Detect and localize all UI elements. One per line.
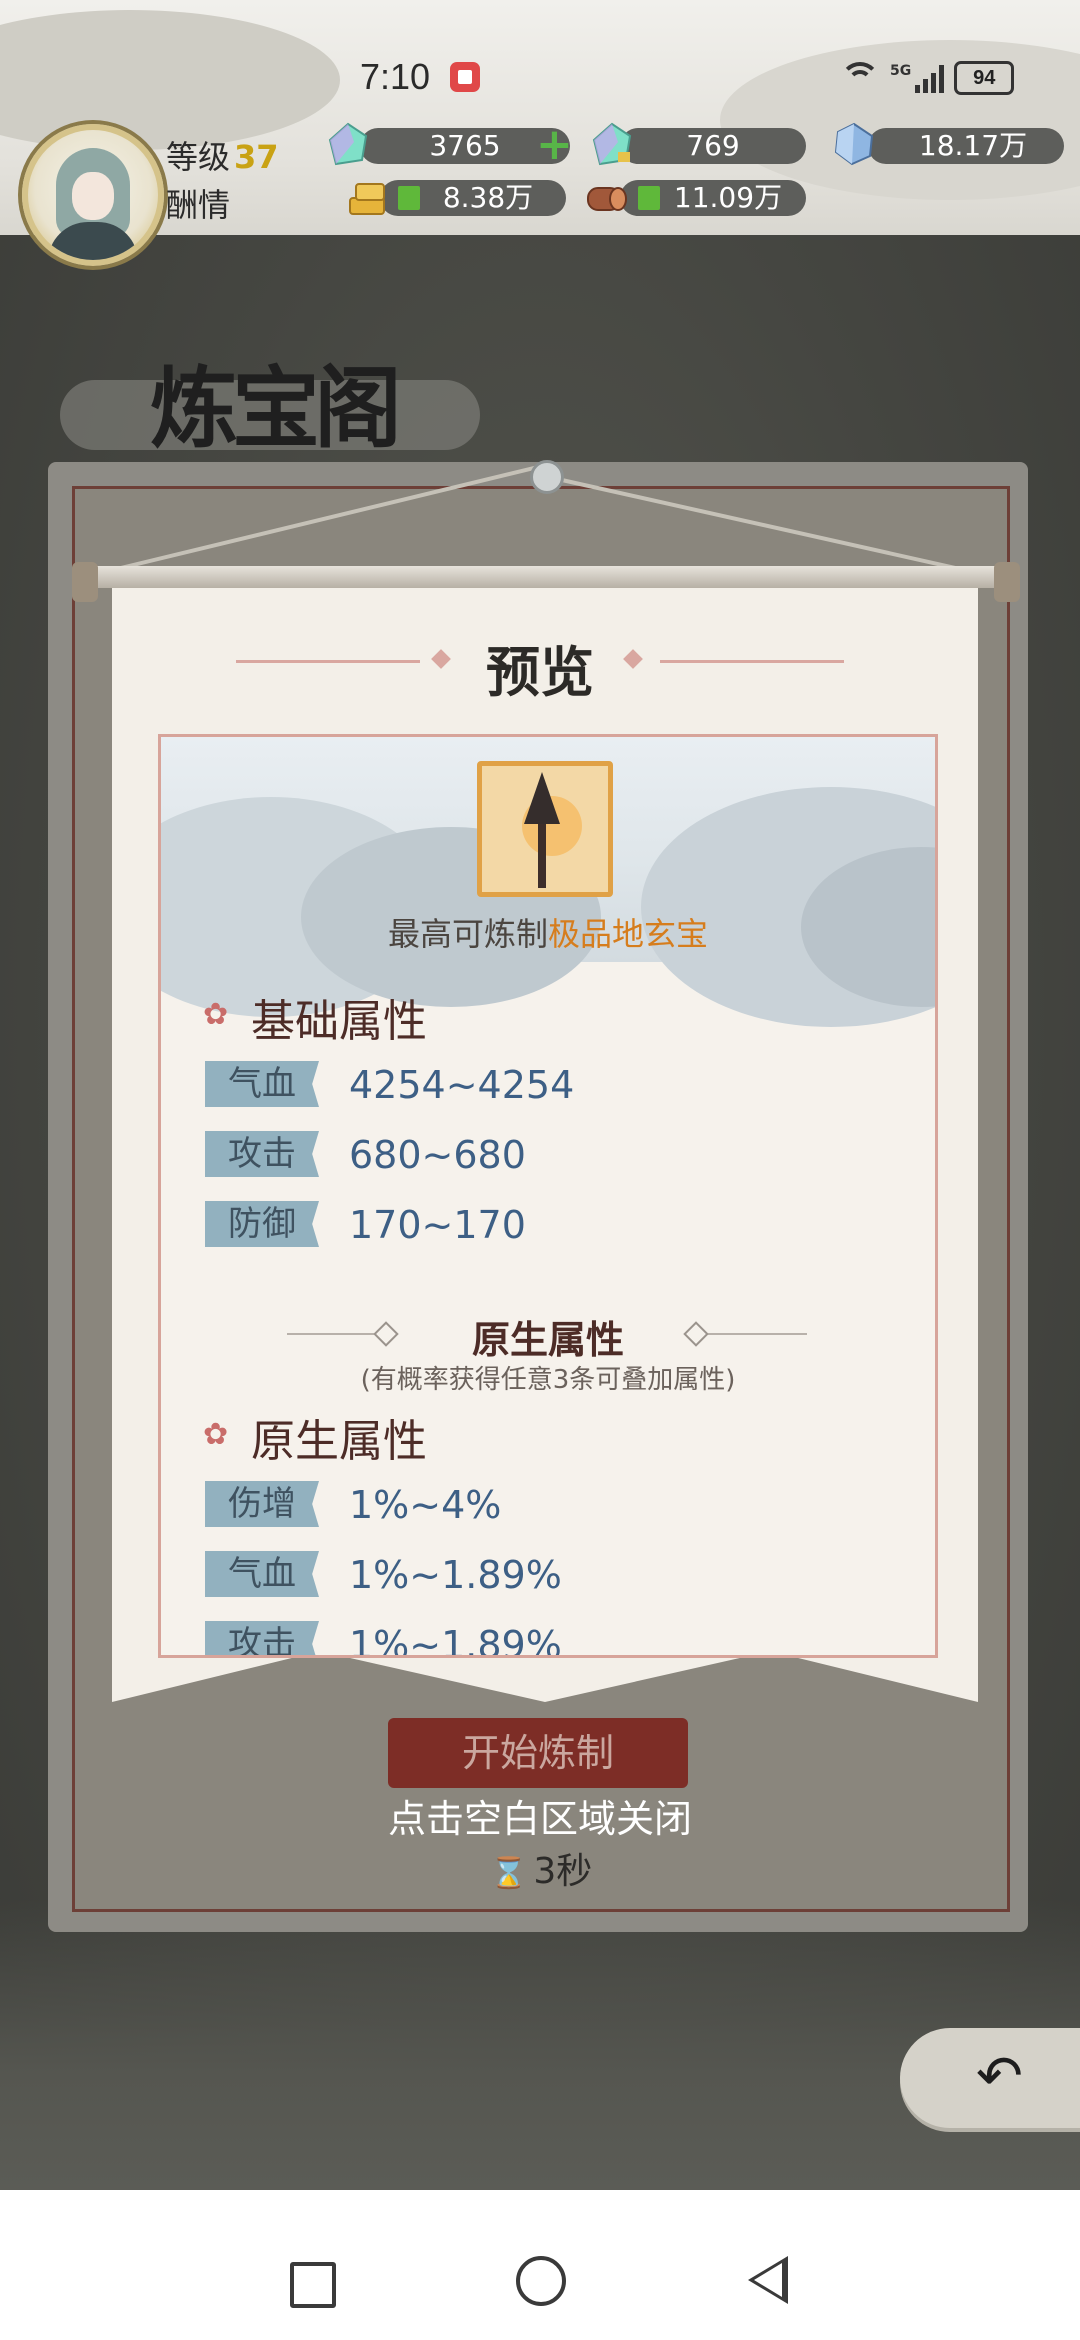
- item-banner: 最高可炼制极品地玄宝: [161, 737, 935, 1027]
- close-hint[interactable]: 点击空白区域关闭: [0, 1788, 1080, 1843]
- stat-value: 1%~4%: [349, 1483, 502, 1527]
- resource-gold-value: 8.38万: [442, 181, 534, 214]
- flower-icon: ✿: [203, 997, 229, 1032]
- signal-icon: [915, 63, 945, 93]
- hourglass-icon: ⌛: [490, 1856, 528, 1891]
- max-forge-grade: 极品地玄宝: [548, 915, 709, 953]
- level-label: 等级: [166, 138, 231, 176]
- scroll-rod: [78, 566, 1014, 588]
- resource-spirit-stone-value: 18.17万: [918, 129, 1028, 162]
- system-back-button[interactable]: [748, 2256, 788, 2304]
- resource-spirit-stone: 18.17万: [868, 128, 1064, 164]
- player-name: 酬情: [166, 186, 231, 224]
- max-forge-text: 最高可炼制极品地玄宝: [161, 909, 935, 955]
- flower-icon: ✿: [203, 1417, 229, 1452]
- stat-tag: 伤增: [205, 1481, 319, 1527]
- recording-icon: [450, 62, 480, 92]
- return-arrow-icon: ↶: [976, 2044, 1023, 2109]
- stat-value: 1%~1.89%: [349, 1623, 562, 1658]
- stat-tag: 攻击: [205, 1131, 319, 1177]
- stat-value: 680~680: [349, 1133, 526, 1177]
- modal-title: 预览: [486, 641, 594, 704]
- resource-wood-value: 11.09万: [673, 181, 783, 214]
- bound-jade-gem-icon: [592, 122, 632, 166]
- scroll-rod-end: [994, 562, 1020, 602]
- native-attributes-note: (有概率获得任意3条可叠加属性): [360, 1365, 736, 1395]
- page-title: 炼宝阁: [150, 356, 402, 460]
- status-indicators: 5G 94: [840, 58, 1015, 98]
- stat-tag: 气血: [205, 1551, 319, 1597]
- resource-wood: 11.09万: [620, 180, 806, 216]
- forge-timer: ⌛ 3秒: [490, 1842, 592, 1894]
- wood-log-icon: [587, 187, 627, 211]
- preview-content[interactable]: 最高可炼制极品地玄宝 ✿ 基础属性 气血 4254~4254 攻击 680~68…: [158, 734, 938, 1658]
- native-attributes-heading: 原生属性: [251, 1416, 427, 1467]
- gold-ingot-icon: [349, 183, 385, 215]
- jade-gem-icon: [328, 122, 368, 166]
- level-display: 等级 37: [166, 132, 279, 178]
- stat-tag: 气血: [205, 1061, 319, 1107]
- resource-gold: 8.38万: [380, 180, 566, 216]
- basic-attributes-heading: 基础属性: [251, 996, 427, 1047]
- hanging-pin: [530, 460, 564, 494]
- network-type: 5G: [890, 63, 912, 79]
- start-forge-button[interactable]: 开始炼制: [388, 1718, 688, 1788]
- add-jade-button[interactable]: +: [536, 123, 573, 167]
- level-value: 37: [234, 138, 279, 176]
- stat-tag: 攻击: [205, 1621, 319, 1655]
- resource-bound-jade-value: 769: [686, 129, 740, 162]
- scroll-rod-end: [72, 562, 98, 602]
- wifi-icon: [840, 62, 880, 94]
- resource-bound-jade: 769: [620, 128, 806, 164]
- battery-icon: 94: [954, 61, 1015, 95]
- recent-apps-button[interactable]: [290, 2262, 336, 2308]
- stat-value: 4254~4254: [349, 1063, 575, 1107]
- status-time: 7:10: [360, 56, 431, 97]
- back-button[interactable]: ↶: [900, 2028, 1080, 2128]
- spirit-stone-icon: [834, 122, 874, 166]
- max-forge-label: 最高可炼制: [387, 915, 548, 953]
- spear-icon: [524, 772, 560, 824]
- stat-value: 1%~1.89%: [349, 1553, 562, 1597]
- player-avatar[interactable]: [22, 124, 164, 266]
- item-icon-frame: [477, 761, 613, 897]
- native-attributes-header: 原生属性: [471, 1318, 624, 1362]
- home-button[interactable]: [516, 2256, 566, 2306]
- forge-timer-value: 3秒: [533, 1851, 593, 1892]
- stat-tag: 防御: [205, 1201, 319, 1247]
- stat-value: 170~170: [349, 1203, 526, 1247]
